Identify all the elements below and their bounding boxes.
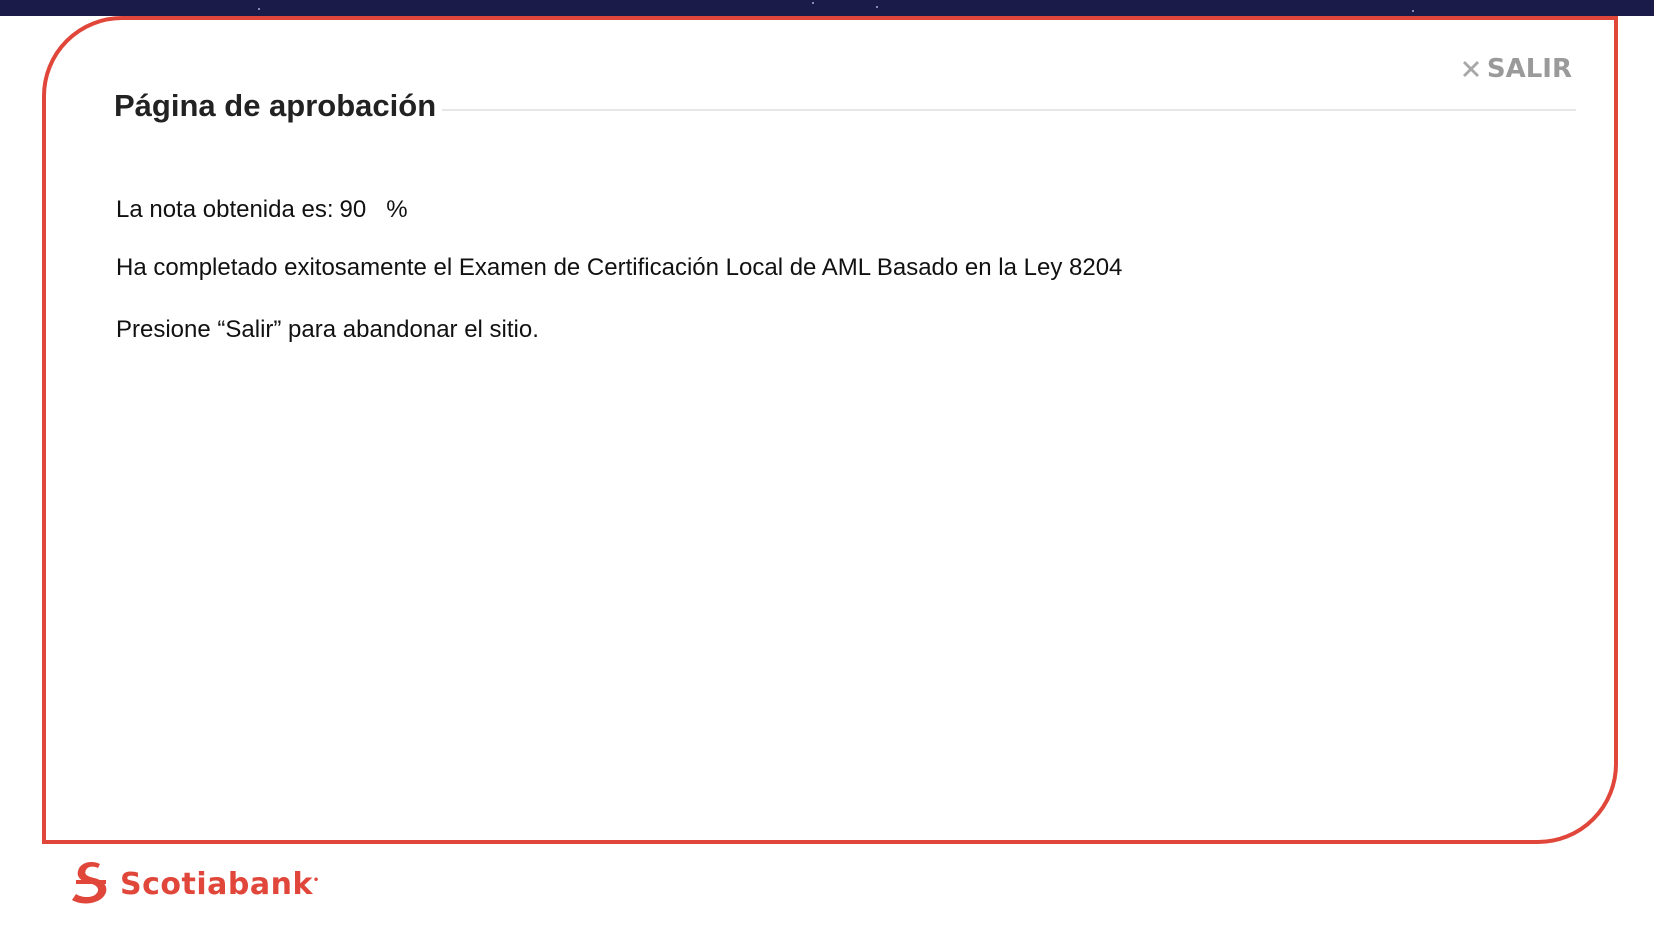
score-value: 90: [339, 196, 367, 223]
star-decoration: [812, 2, 814, 4]
star-decoration: [258, 8, 260, 10]
brand-name: Scotiabank•: [120, 867, 320, 902]
title-divider: [442, 109, 1576, 111]
star-decoration: [876, 6, 878, 8]
exit-label: SALIR: [1486, 54, 1572, 84]
score-label: La nota obtenida es:: [116, 196, 334, 223]
star-decoration: [1412, 10, 1414, 12]
exit-instruction: Presione “Salir” para abandonar el sitio…: [116, 316, 539, 343]
page-header: Página de aprobación: [114, 88, 1576, 124]
brand-logo: Scotiabank•: [70, 860, 320, 909]
approval-card: SALIR Página de aprobación La nota obten…: [42, 16, 1618, 844]
top-banner: [0, 0, 1654, 16]
score-unit: %: [386, 196, 408, 223]
page-title: Página de aprobación: [114, 88, 437, 123]
exit-button[interactable]: SALIR: [1459, 54, 1572, 84]
result-content: La nota obtenida es: 90 % Ha completado …: [116, 196, 1122, 344]
success-message: Ha completado exitosamente el Examen de …: [116, 254, 1123, 281]
close-icon: [1459, 57, 1483, 81]
score-line: La nota obtenida es: 90 %: [116, 196, 1122, 224]
scotiabank-logo-icon: [70, 860, 110, 909]
